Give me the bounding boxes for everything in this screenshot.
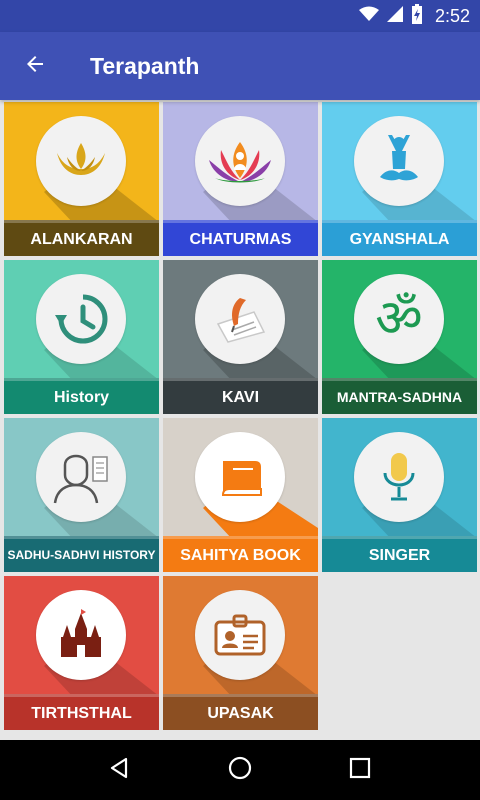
- tile-singer[interactable]: SINGER: [322, 418, 477, 572]
- tile-gyanshala[interactable]: GYANSHALA: [322, 102, 477, 256]
- temple-icon: [36, 590, 126, 680]
- battery-charging-icon: [411, 3, 423, 29]
- tile-label: MANTRA-SADHNA: [322, 378, 477, 414]
- microphone-icon: [354, 432, 444, 522]
- om-icon: ॐ: [354, 274, 444, 364]
- tile-chaturmas[interactable]: CHATURMAS: [163, 102, 318, 256]
- history-clock-icon: [36, 274, 126, 364]
- tile-sahitya-book[interactable]: SAHITYA BOOK: [163, 418, 318, 572]
- tile-label: UPASAK: [163, 694, 318, 730]
- status-icons: 2:52: [358, 0, 470, 32]
- quill-paper-icon: [195, 274, 285, 364]
- diya-lamp-icon: [36, 116, 126, 206]
- tile-label: CHATURMAS: [163, 220, 318, 256]
- tile-label: ALANKARAN: [4, 220, 159, 256]
- tile-kavi[interactable]: KAVI: [163, 260, 318, 414]
- book-icon: [195, 432, 285, 522]
- tile-label: TIRTHSTHAL: [4, 694, 159, 730]
- nav-home-icon: [227, 755, 253, 786]
- tile-upasak[interactable]: UPASAK: [163, 576, 318, 730]
- nav-back-icon: [108, 756, 132, 785]
- page-title: Terapanth: [90, 52, 200, 79]
- tile-sadhu-sadhvi-history[interactable]: SADHU-SADHVI HISTORY: [4, 418, 159, 572]
- lotus-meditation-icon: [195, 116, 285, 206]
- nav-back-button[interactable]: [100, 750, 140, 790]
- monk-portrait-icon: [36, 432, 126, 522]
- app-bar: Terapanth: [0, 32, 480, 100]
- system-nav-bar: [0, 740, 480, 800]
- signal-icon: [386, 5, 403, 27]
- nav-home-button[interactable]: [220, 750, 260, 790]
- tile-label: SAHITYA BOOK: [163, 536, 318, 572]
- tile-label: History: [4, 378, 159, 414]
- tile-mantra-sadhna[interactable]: ॐ MANTRA-SADHNA: [322, 260, 477, 414]
- id-card-icon: [195, 590, 285, 680]
- yoga-pose-icon: [354, 116, 444, 206]
- tile-label: GYANSHALA: [322, 220, 477, 256]
- arrow-back-icon: [23, 52, 47, 81]
- tile-history[interactable]: History: [4, 260, 159, 414]
- back-button[interactable]: [0, 32, 70, 100]
- tile-alankaran[interactable]: ALANKARAN: [4, 102, 159, 256]
- nav-recents-button[interactable]: [340, 750, 380, 790]
- tile-label: KAVI: [163, 378, 318, 414]
- status-time: 2:52: [434, 5, 470, 26]
- tile-label: SADHU-SADHVI HISTORY: [4, 536, 159, 572]
- wifi-icon: [358, 6, 379, 27]
- nav-recents-icon: [349, 757, 371, 784]
- tile-tirthsthal[interactable]: TIRTHSTHAL: [4, 576, 159, 730]
- status-bar: 2:52: [0, 0, 480, 32]
- tile-label: SINGER: [322, 536, 477, 572]
